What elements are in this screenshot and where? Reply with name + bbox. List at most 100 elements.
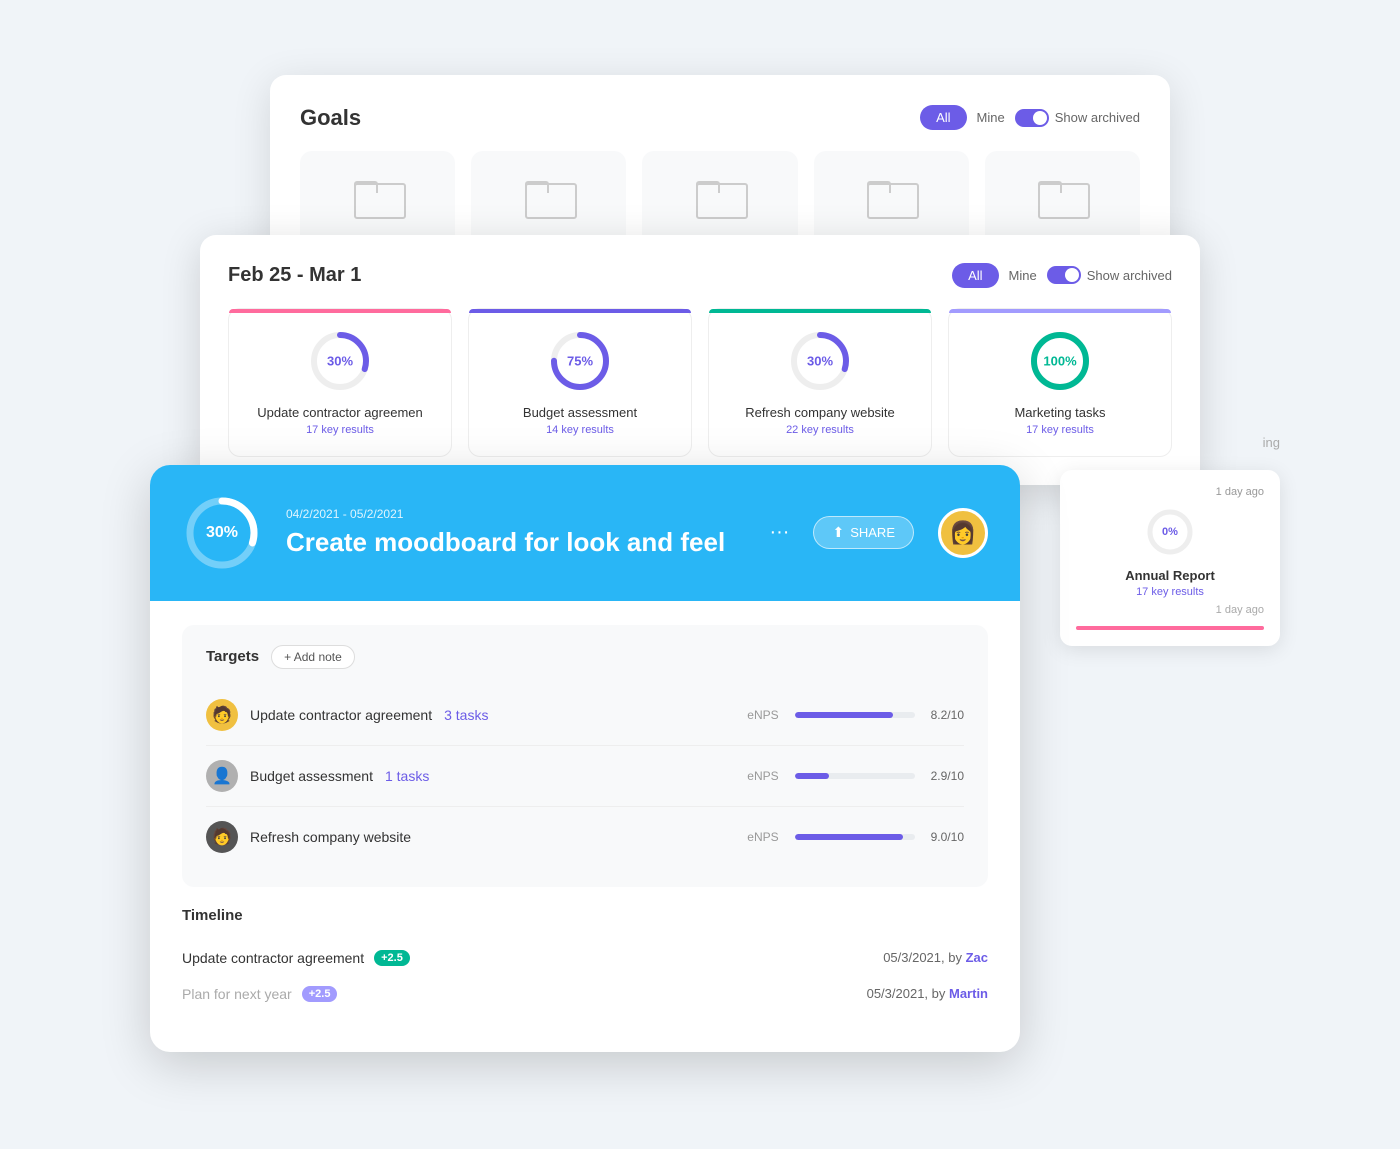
detail-body: Targets + Add note 🧑 Update contractor a…	[150, 601, 1020, 1052]
goal-card-2-sub: 14 key results	[546, 424, 614, 436]
detail-progress-circle: 30%	[182, 493, 262, 573]
timeline-1-author: Zac	[966, 950, 988, 965]
target-row-3: 🧑 Refresh company website eNPS 9.0/10	[206, 807, 964, 867]
target-1-bar-bg	[795, 712, 915, 718]
timeline-title: Timeline	[182, 907, 988, 924]
target-1-link[interactable]: 3 tasks	[444, 707, 488, 723]
annual-report-sub: 17 key results	[1076, 586, 1264, 598]
timeline-2-badge: +2.5	[302, 986, 338, 1002]
target-1-bar-wrap	[795, 712, 915, 718]
right-label: ing	[1060, 435, 1280, 450]
goal-card-3-pct: 30%	[807, 353, 833, 368]
timeline-1-right: 05/3/2021, by Zac	[883, 950, 988, 965]
detail-date: 04/2/2021 - 05/2/2021	[286, 507, 737, 521]
target-2-bar-wrap	[795, 773, 915, 779]
target-3-bar-wrap	[795, 834, 915, 840]
folder-icon-2	[525, 181, 573, 219]
target-2-left: 👤 Budget assessment 1 tasks	[206, 760, 429, 792]
folder-card-5[interactable]	[985, 151, 1140, 249]
timeline-1-left: Update contractor agreement +2.5	[182, 950, 410, 966]
goal-card-1-sub: 17 key results	[306, 424, 374, 436]
target-1-score: 8.2/10	[931, 708, 964, 722]
goal-card-4-pct: 100%	[1043, 353, 1076, 368]
target-2-bar-fill	[795, 773, 830, 779]
target-3-name: Refresh company website	[250, 829, 411, 845]
week-archive-toggle-wrap: Show archived	[1047, 266, 1172, 284]
target-1-bar-fill	[795, 712, 893, 718]
target-3-avatar: 🧑	[206, 821, 238, 853]
goal-card-2-progress: 75%	[548, 329, 612, 393]
target-row-2: 👤 Budget assessment 1 tasks eNPS 2.9/10	[206, 746, 964, 807]
goal-card-4-name: Marketing tasks	[1014, 405, 1105, 420]
goal-card-1-progress: 30%	[308, 329, 372, 393]
goals-archive-toggle-wrap: Show archived	[1015, 109, 1140, 127]
target-2-avatar: 👤	[206, 760, 238, 792]
timeline-row-2: Plan for next year +2.5 05/3/2021, by Ma…	[182, 976, 988, 1012]
target-1-left: 🧑 Update contractor agreement 3 tasks	[206, 699, 488, 731]
target-3-right: eNPS 9.0/10	[747, 830, 964, 844]
user-avatar: 👩	[938, 508, 988, 558]
goals-all-button[interactable]: All	[920, 105, 966, 130]
goal-card-4-progress: 100%	[1028, 329, 1092, 393]
target-3-bar-fill	[795, 834, 903, 840]
goal-cards-row: 30% Update contractor agreemen 17 key re…	[228, 308, 1172, 457]
annual-report-time2: 1 day ago	[1076, 604, 1264, 616]
target-2-name: Budget assessment	[250, 768, 373, 784]
target-2-bar-bg	[795, 773, 915, 779]
folder-card-2[interactable]	[471, 151, 626, 249]
target-1-metric: eNPS	[747, 708, 778, 722]
share-label: SHARE	[850, 525, 895, 540]
goals-mine-button[interactable]: Mine	[977, 110, 1005, 125]
timeline-2-author: Martin	[949, 986, 988, 1001]
goals-title: Goals	[300, 105, 361, 131]
targets-title: Targets	[206, 648, 259, 665]
timeline-2-name: Plan for next year	[182, 986, 292, 1002]
goal-card-3-name: Refresh company website	[745, 405, 895, 420]
timeline-2-right: 05/3/2021, by Martin	[867, 986, 988, 1001]
week-archive-label: Show archived	[1087, 268, 1172, 283]
goal-card-3[interactable]: 30% Refresh company website 22 key resul…	[708, 308, 932, 457]
week-panel: Feb 25 - Mar 1 All Mine Show archived 30	[200, 235, 1200, 485]
annual-report-pct: 0%	[1162, 526, 1178, 538]
annual-report-name: Annual Report	[1076, 568, 1264, 583]
folder-icon-5	[1038, 181, 1086, 219]
target-2-metric: eNPS	[747, 769, 778, 783]
share-icon: ⬆	[832, 524, 844, 541]
folder-card-4[interactable]	[814, 151, 969, 249]
week-mine-button[interactable]: Mine	[1009, 268, 1037, 283]
week-filters: All Mine Show archived	[952, 263, 1172, 288]
detail-menu-icon[interactable]: ···	[769, 521, 789, 544]
target-1-name: Update contractor agreement	[250, 707, 432, 723]
target-3-metric: eNPS	[747, 830, 778, 844]
goals-archive-label: Show archived	[1055, 110, 1140, 125]
folder-icon-4	[867, 181, 915, 219]
target-2-link[interactable]: 1 tasks	[385, 768, 429, 784]
folder-card-1[interactable]	[300, 151, 455, 249]
goal-card-2[interactable]: 75% Budget assessment 14 key results	[468, 308, 692, 457]
detail-header-info: 04/2/2021 - 05/2/2021 Create moodboard f…	[286, 507, 737, 558]
goal-card-2-name: Budget assessment	[523, 405, 637, 420]
annual-report-time: 1 day ago	[1076, 486, 1264, 498]
timeline-1-name: Update contractor agreement	[182, 950, 364, 966]
target-1-right: eNPS 8.2/10	[747, 708, 964, 722]
week-archive-toggle[interactable]	[1047, 266, 1081, 284]
timeline-section: Timeline Update contractor agreement +2.…	[182, 907, 988, 1028]
share-button[interactable]: ⬆ SHARE	[813, 516, 914, 549]
goal-card-3-progress: 30%	[788, 329, 852, 393]
annual-report-card[interactable]: 1 day ago 0% Annual Report 17 key result…	[1060, 470, 1280, 646]
detail-header: 30% 04/2/2021 - 05/2/2021 Create moodboa…	[150, 465, 1020, 601]
add-note-button[interactable]: + Add note	[271, 645, 355, 669]
goals-archive-toggle[interactable]	[1015, 109, 1049, 127]
right-cards: ing 1 day ago 0% Annual Report 17 key re…	[1060, 435, 1280, 646]
week-all-button[interactable]: All	[952, 263, 998, 288]
goal-card-1[interactable]: 30% Update contractor agreemen 17 key re…	[228, 308, 452, 457]
target-1-avatar: 🧑	[206, 699, 238, 731]
timeline-row-1: Update contractor agreement +2.5 05/3/20…	[182, 940, 988, 976]
folder-card-3[interactable]	[642, 151, 797, 249]
week-title: Feb 25 - Mar 1	[228, 264, 361, 287]
folder-icon-3	[696, 181, 744, 219]
targets-section: Targets + Add note 🧑 Update contractor a…	[182, 625, 988, 887]
goals-header: Goals All Mine Show archived	[300, 105, 1140, 131]
goal-card-2-pct: 75%	[567, 353, 593, 368]
target-3-left: 🧑 Refresh company website	[206, 821, 411, 853]
